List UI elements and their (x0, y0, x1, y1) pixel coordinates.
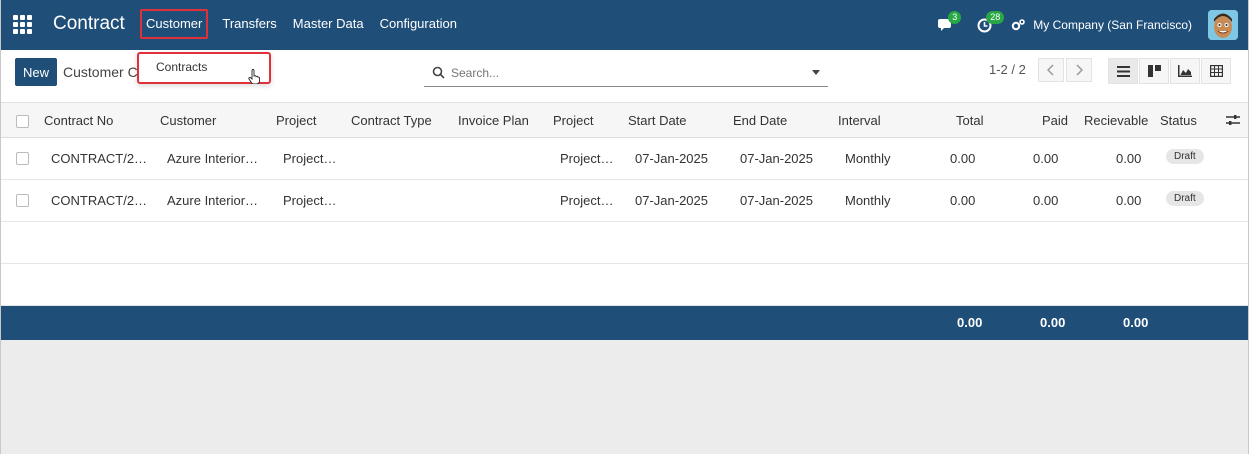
cell-customer: Azure Interior… (167, 193, 259, 208)
header-receivable[interactable]: Recievable (1084, 113, 1148, 128)
table-footer-totals: 0.00 0.00 0.00 (1, 306, 1248, 340)
messages-button[interactable]: 3 (931, 0, 962, 50)
avatar-face-icon (1208, 10, 1238, 40)
cell-end-date: 07-Jan-2025 (740, 193, 813, 208)
header-total[interactable]: Total (956, 113, 983, 128)
table-row[interactable]: CONTRACT/2… Azure Interior… Project… Pro… (1, 180, 1248, 222)
header-end-date[interactable]: End Date (733, 113, 787, 128)
row-checkbox[interactable] (16, 194, 29, 207)
menu-configuration[interactable]: Configuration (372, 9, 465, 39)
status-badge: Draft (1166, 191, 1204, 206)
search-options-caret[interactable] (812, 70, 820, 75)
column-settings-icon[interactable] (1226, 114, 1240, 126)
navbar-systray: 3 28 My Company (San Francisco) (931, 0, 1248, 50)
cell-contract-no: CONTRACT/2… (51, 151, 148, 166)
pivot-view-button[interactable] (1201, 58, 1231, 84)
activities-count-badge: 28 (986, 11, 1005, 24)
app-window: Contract Customer Transfers Master Data … (0, 0, 1249, 454)
header-project[interactable]: Project (276, 113, 316, 128)
header-start-date[interactable]: Start Date (628, 113, 687, 128)
cell-interval: Monthly (845, 193, 891, 208)
table-icon (1209, 65, 1223, 77)
new-button[interactable]: New (15, 58, 57, 86)
status-badge: Draft (1166, 149, 1204, 164)
cell-receivable: 0.00 (1116, 151, 1142, 166)
cell-start-date: 07-Jan-2025 (635, 193, 708, 208)
user-avatar[interactable] (1208, 10, 1238, 40)
activities-button[interactable]: 28 (969, 0, 1005, 50)
apps-menu-icon[interactable] (13, 15, 32, 34)
cell-contract-no: CONTRACT/2… (51, 193, 148, 208)
header-contract-no[interactable]: Contract No (44, 113, 113, 128)
pager-previous-button[interactable] (1038, 58, 1064, 82)
list-view-button[interactable] (1108, 58, 1138, 84)
header-paid[interactable]: Paid (1042, 113, 1068, 128)
chevron-left-icon (1047, 64, 1054, 76)
footer-paid: 0.00 (1040, 315, 1066, 330)
page-title: Customer Contracts (63, 64, 138, 80)
row-checkbox[interactable] (16, 152, 29, 165)
header-interval[interactable]: Interval (838, 113, 881, 128)
area-chart-icon (1178, 65, 1192, 77)
customer-dropdown-menu: Contracts (137, 52, 271, 84)
kanban-icon (1147, 65, 1161, 77)
kanban-view-button[interactable] (1139, 58, 1169, 84)
cell-start-date: 07-Jan-2025 (635, 151, 708, 166)
cell-project-2: Project… (560, 193, 614, 208)
hand-cursor-icon (248, 69, 260, 84)
header-invoice-plan[interactable]: Invoice Plan (458, 113, 529, 128)
company-name[interactable]: My Company (San Francisco) (1033, 18, 1192, 32)
menu-customer[interactable]: Customer (140, 9, 209, 39)
menu-master-data[interactable]: Master Data (285, 9, 372, 39)
cell-project: Project… (283, 193, 337, 208)
cell-paid: 0.00 (1033, 151, 1059, 166)
cogs-icon (1012, 19, 1026, 31)
search-bar (424, 59, 828, 87)
messages-count-badge: 3 (948, 11, 962, 24)
chevron-right-icon (1076, 64, 1083, 76)
menu-transfers[interactable]: Transfers (214, 9, 284, 39)
cell-end-date: 07-Jan-2025 (740, 151, 813, 166)
cell-total: 0.00 (950, 151, 976, 166)
cell-total: 0.00 (950, 193, 976, 208)
cell-customer: Azure Interior… (167, 151, 259, 166)
cell-interval: Monthly (845, 151, 891, 166)
select-all-checkbox[interactable] (16, 115, 29, 128)
table-row[interactable]: CONTRACT/2… Azure Interior… Project… Pro… (1, 138, 1248, 180)
search-icon (432, 66, 445, 79)
pager-next-button[interactable] (1066, 58, 1092, 82)
footer-receivable: 0.00 (1123, 315, 1149, 330)
graph-view-button[interactable] (1170, 58, 1200, 84)
app-brand[interactable]: Contract (53, 13, 125, 35)
header-status[interactable]: Status (1160, 113, 1197, 128)
header-project-2[interactable]: Project (553, 113, 593, 128)
empty-row (1, 264, 1248, 306)
footer-total: 0.00 (957, 315, 983, 330)
list-icon (1116, 65, 1130, 77)
cell-project: Project… (283, 151, 337, 166)
cell-receivable: 0.00 (1116, 193, 1142, 208)
empty-row (1, 222, 1248, 264)
top-navbar: Contract Customer Transfers Master Data … (1, 0, 1248, 50)
company-switch-button[interactable] (1009, 0, 1027, 50)
header-customer[interactable]: Customer (160, 113, 216, 128)
header-contract-type[interactable]: Contract Type (351, 113, 432, 128)
cell-paid: 0.00 (1033, 193, 1059, 208)
main-menu: Customer Transfers Master Data Configura… (140, 9, 465, 39)
table-header: Contract No Customer Project Contract Ty… (1, 102, 1248, 138)
cell-project-2: Project… (560, 151, 614, 166)
menu-item-contracts[interactable]: Contracts (156, 60, 207, 74)
pager-value[interactable]: 1-2 / 2 (989, 62, 1026, 77)
search-input[interactable] (451, 62, 791, 84)
contracts-table: Contract No Customer Project Contract Ty… (1, 102, 1248, 340)
